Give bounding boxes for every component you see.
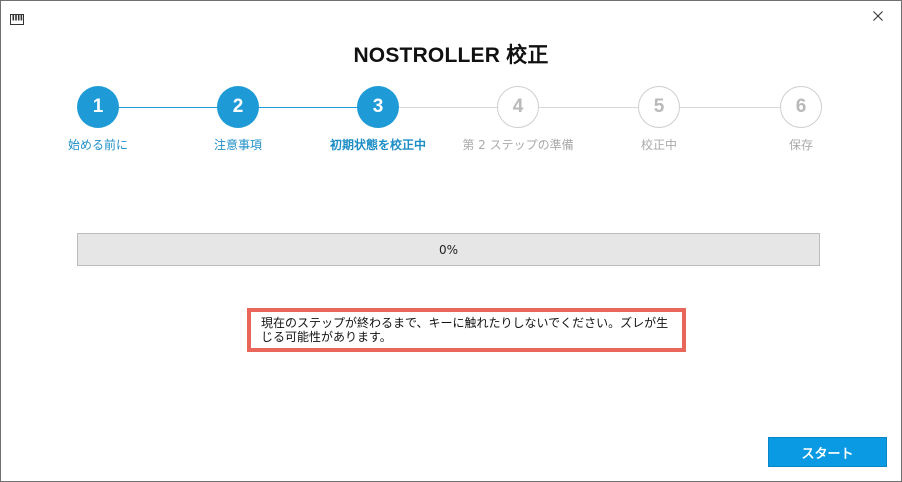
progress-percent: 0% bbox=[438, 242, 459, 257]
calibration-progress-bar: 0% bbox=[77, 233, 820, 266]
step-6-number: 6 bbox=[780, 86, 822, 128]
step-1-number: 1 bbox=[77, 86, 119, 128]
step-2-label: 注意事項 bbox=[213, 138, 262, 152]
step-1-label: 始める前に bbox=[67, 138, 128, 152]
step-3-label: 初期状態を校正中 bbox=[329, 138, 426, 152]
start-button[interactable]: スタート bbox=[768, 437, 887, 467]
step-indicator: 1 始める前に 2 注意事項 3 初期状態を校正中 4 第 2 ステップの準備 … bbox=[1, 86, 901, 156]
warning-line-1: 現在のステップが終わるまで、キーに触れたりしないでください。ズレが生 bbox=[261, 316, 669, 330]
step-2: 2 注意事項 bbox=[168, 86, 308, 153]
dialog-title: NOSTROLLER 校正 bbox=[353, 44, 549, 67]
calibration-window: NOSTROLLER 校正 1 始める前に 2 注意事項 3 初期状態を校正中 … bbox=[0, 0, 902, 482]
warning-line-2: じる可能性があります。 bbox=[261, 330, 392, 344]
step-2-number: 2 bbox=[217, 86, 259, 128]
step-5: 5 校正中 bbox=[589, 86, 729, 153]
piano-keys-icon bbox=[10, 10, 24, 25]
close-icon bbox=[873, 11, 883, 21]
calibration-warning-message: 現在のステップが終わるまで、キーに触れたりしないでください。ズレが生 じる可能性… bbox=[247, 308, 686, 352]
close-button[interactable] bbox=[855, 1, 901, 31]
step-4-number: 4 bbox=[497, 86, 539, 128]
step-4: 4 第 2 ステップの準備 bbox=[448, 86, 588, 153]
step-3-number: 3 bbox=[357, 86, 399, 128]
step-1: 1 始める前に bbox=[28, 86, 168, 153]
step-4-label: 第 2 ステップの準備 bbox=[462, 138, 574, 152]
step-5-label: 校正中 bbox=[640, 138, 677, 152]
step-6: 6 保存 bbox=[731, 86, 871, 153]
step-3: 3 初期状態を校正中 bbox=[308, 86, 448, 153]
step-6-label: 保存 bbox=[788, 138, 813, 152]
step-5-number: 5 bbox=[638, 86, 680, 128]
